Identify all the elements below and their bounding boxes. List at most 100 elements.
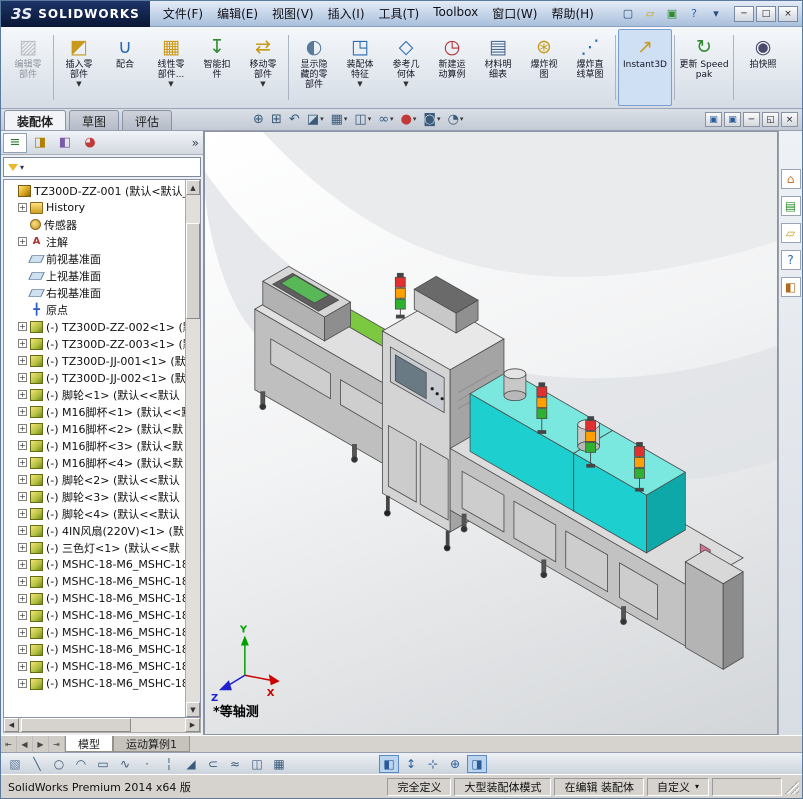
circle-icon[interactable]: ○ — [49, 755, 69, 773]
ribbon-move-component[interactable]: ⇄ 移动零部件 ▼ — [240, 29, 286, 106]
tree-item[interactable]: + (-) MSHC-18-M6_MSHC-18- — [6, 590, 185, 607]
split-view-icon[interactable]: ▣ — [705, 112, 722, 127]
tree-item[interactable]: + (-) 脚轮<3> (默认<<默认 — [6, 488, 185, 505]
menu-toolbox[interactable]: Toolbox — [426, 1, 485, 26]
tree-expander[interactable]: + — [18, 662, 27, 671]
scrollbar-thumb[interactable] — [21, 718, 131, 732]
ribbon-show-hidden-components[interactable]: ◐ 显示隐藏的零部件 — [291, 29, 337, 106]
tree-expander[interactable]: + — [18, 679, 27, 688]
forum-help-icon[interactable]: ? — [780, 250, 801, 270]
sketch-icon[interactable]: ▧ — [5, 755, 25, 773]
tree-item[interactable]: + A 注解 — [6, 233, 185, 250]
tree-expander[interactable]: + — [18, 441, 27, 450]
assembly-3d-view[interactable]: Y X Z — [205, 132, 777, 734]
scrollbar-track[interactable] — [19, 718, 185, 732]
section-view-icon[interactable]: ◪ ▾ — [304, 110, 327, 128]
menu-file[interactable]: 文件(F) — [156, 1, 210, 26]
full-view-icon[interactable]: ▣ — [724, 112, 741, 127]
view-orientation-icon[interactable]: ▦ ▾ — [328, 110, 351, 128]
filter-funnel-icon[interactable] — [8, 163, 18, 171]
tree-expander[interactable]: + — [18, 339, 27, 348]
configurationmanager-tab[interactable]: ◧ — [53, 133, 77, 153]
tree-item[interactable]: + (-) MSHC-18-M6_MSHC-18- — [6, 658, 185, 675]
pan-view-icon[interactable]: ⊹ — [423, 755, 443, 773]
ribbon-exploded-view[interactable]: ⊛ 爆炸视图 — [521, 29, 567, 106]
tree-expander[interactable]: + — [18, 509, 27, 518]
child-minimize-button[interactable]: ─ — [743, 112, 760, 127]
tree-horizontal-scrollbar[interactable]: ◀ ▶ — [3, 718, 201, 733]
edit-appearance-icon[interactable]: ● ▾ — [398, 110, 420, 128]
tree-expander[interactable]: + — [18, 356, 27, 365]
scroll-right-icon[interactable]: ▶ — [185, 718, 200, 732]
tree-item[interactable]: + (-) TZ300D-ZZ-003<1> (默 — [6, 335, 185, 352]
tree-item[interactable]: + (-) MSHC-18-M6_MSHC-18- — [6, 607, 185, 624]
new-document-icon[interactable]: ▢ — [618, 5, 638, 23]
next-tab-button[interactable]: ▶ — [33, 736, 49, 752]
tree-expander[interactable]: + — [18, 560, 27, 569]
tree-item[interactable]: + (-) TZ300D-JJ-001<1> (默 — [6, 352, 185, 369]
tree-item[interactable]: 右视基准面 — [6, 284, 185, 301]
tree-item[interactable]: + (-) 4IN风扇(220V)<1> (默 — [6, 522, 185, 539]
ribbon-smart-fasteners[interactable]: ↧ 智能扣件 — [194, 29, 240, 106]
featuremanager-tab[interactable]: ≡ — [3, 132, 27, 153]
menu-edit[interactable]: 编辑(E) — [210, 1, 265, 26]
tree-expander[interactable]: + — [18, 373, 27, 382]
scrollbar-track[interactable] — [186, 195, 200, 702]
last-tab-button[interactable]: ⇥ — [49, 736, 65, 752]
normal-to-icon[interactable]: ◨ — [467, 754, 487, 773]
tree-expander[interactable]: + — [18, 203, 27, 212]
prev-tab-button[interactable]: ◀ — [17, 736, 33, 752]
ribbon-new-motion-study[interactable]: ◷ 新建运动算例 — [429, 29, 475, 106]
menu-view[interactable]: 视图(V) — [265, 1, 321, 26]
motion-study-tab[interactable]: 运动算例1 — [113, 736, 190, 752]
tree-item[interactable]: + (-) 脚轮<2> (默认<<默认 — [6, 471, 185, 488]
tree-item[interactable]: + (-) M16脚杯<2> (默认<默 — [6, 420, 185, 437]
tree-item[interactable]: 传感器 — [6, 216, 185, 233]
signal-tower-light[interactable] — [394, 272, 406, 319]
tree-expander[interactable]: + — [18, 237, 27, 246]
child-close-button[interactable]: × — [781, 112, 798, 127]
file-explorer-icon[interactable]: ▱ — [780, 223, 801, 243]
rectangle-icon[interactable]: ▭ — [93, 755, 113, 773]
ribbon-bill-of-materials[interactable]: ▤ 材料明细表 — [475, 29, 521, 106]
tree-item[interactable]: + (-) TZ300D-ZZ-002<1> (默 — [6, 318, 185, 335]
menu-window[interactable]: 窗口(W) — [485, 1, 544, 26]
tree-item[interactable]: 上视基准面 — [6, 267, 185, 284]
open-document-icon[interactable]: ▱ — [640, 5, 660, 23]
close-button[interactable]: × — [778, 5, 798, 22]
filter-caret-icon[interactable]: ▾ — [20, 163, 24, 172]
tree-expander[interactable]: + — [18, 645, 27, 654]
tab-evaluate[interactable]: 评估 — [122, 110, 173, 130]
trim-entities-icon[interactable]: ◢ — [181, 755, 201, 773]
ribbon-instant3d[interactable]: ↗ Instant3D — [618, 29, 672, 106]
tree-expander[interactable]: + — [18, 594, 27, 603]
display-style-icon[interactable]: ◫ ▾ — [351, 110, 374, 128]
offset-entities-icon[interactable]: ≈ — [225, 755, 245, 773]
tree-item[interactable]: + (-) MSHC-18-M6_MSHC-18- — [6, 573, 185, 590]
filter-input[interactable] — [28, 159, 198, 175]
point-icon[interactable]: · — [137, 755, 157, 773]
tree-item[interactable]: + (-) 脚轮<1> (默认<<默认 — [6, 386, 185, 403]
ribbon-take-snapshot[interactable]: ◉ 拍快照 — [736, 29, 790, 106]
resources-home-icon[interactable]: ⌂ — [780, 169, 801, 189]
zoom-to-fit-icon[interactable]: ⊕ — [250, 110, 267, 128]
tree-item[interactable]: + (-) MSHC-18-M6_MSHC-18- — [6, 641, 185, 658]
linear-sketch-pattern-icon[interactable]: ▦ — [269, 755, 289, 773]
scroll-down-icon[interactable]: ▼ — [186, 702, 200, 717]
ribbon-assembly-features[interactable]: ◳ 装配体特征 ▼ — [337, 29, 383, 106]
minimize-button[interactable]: ─ — [734, 5, 754, 22]
resize-grip[interactable] — [785, 779, 799, 794]
tree-item[interactable]: + (-) M16脚杯<3> (默认<默 — [6, 437, 185, 454]
previous-view-icon[interactable]: ↶ — [286, 110, 303, 128]
appearances-icon[interactable]: ◧ — [780, 277, 801, 297]
tree-item[interactable]: + (-) 三色灯<1> (默认<<默 — [6, 539, 185, 556]
scroll-left-icon[interactable]: ◀ — [4, 718, 19, 732]
zoom-to-area-icon[interactable]: ⊞ — [268, 110, 285, 128]
tree-expander[interactable]: + — [18, 424, 27, 433]
propertymanager-tab[interactable]: ◨ — [28, 133, 52, 153]
rotate-view-icon[interactable]: ↕ — [401, 755, 421, 773]
mirror-entities-icon[interactable]: ◫ — [247, 755, 267, 773]
hide-show-items-icon[interactable]: ∞ ▾ — [375, 110, 396, 128]
menu-help[interactable]: 帮助(H) — [544, 1, 600, 26]
centerline-icon[interactable]: ╎ — [159, 755, 179, 773]
